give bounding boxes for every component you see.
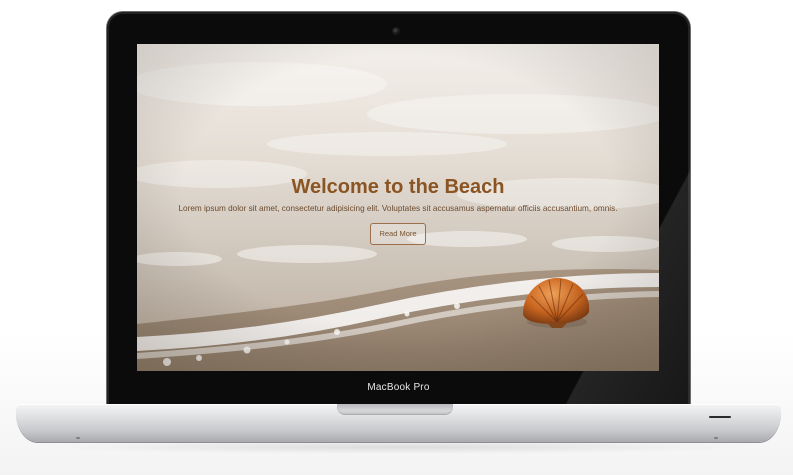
sleep-indicator-light — [709, 416, 731, 418]
device-brand-label: MacBook Pro — [367, 382, 430, 393]
camera-icon — [393, 28, 399, 34]
rubber-foot — [714, 437, 718, 439]
lid-opening-notch — [337, 404, 453, 415]
hero-section: Welcome to the Beach Lorem ipsum dolor s… — [137, 174, 659, 245]
hero-description: Lorem ipsum dolor sit amet, consectetur … — [178, 204, 618, 213]
hero-title: Welcome to the Beach — [291, 176, 505, 198]
laptop-screen: Welcome to the Beach Lorem ipsum dolor s… — [137, 44, 659, 371]
mockup-stage: Welcome to the Beach Lorem ipsum dolor s… — [0, 0, 793, 475]
read-more-button[interactable]: Read More — [370, 223, 426, 245]
floor-shadow — [40, 440, 753, 454]
rubber-foot — [76, 437, 80, 439]
